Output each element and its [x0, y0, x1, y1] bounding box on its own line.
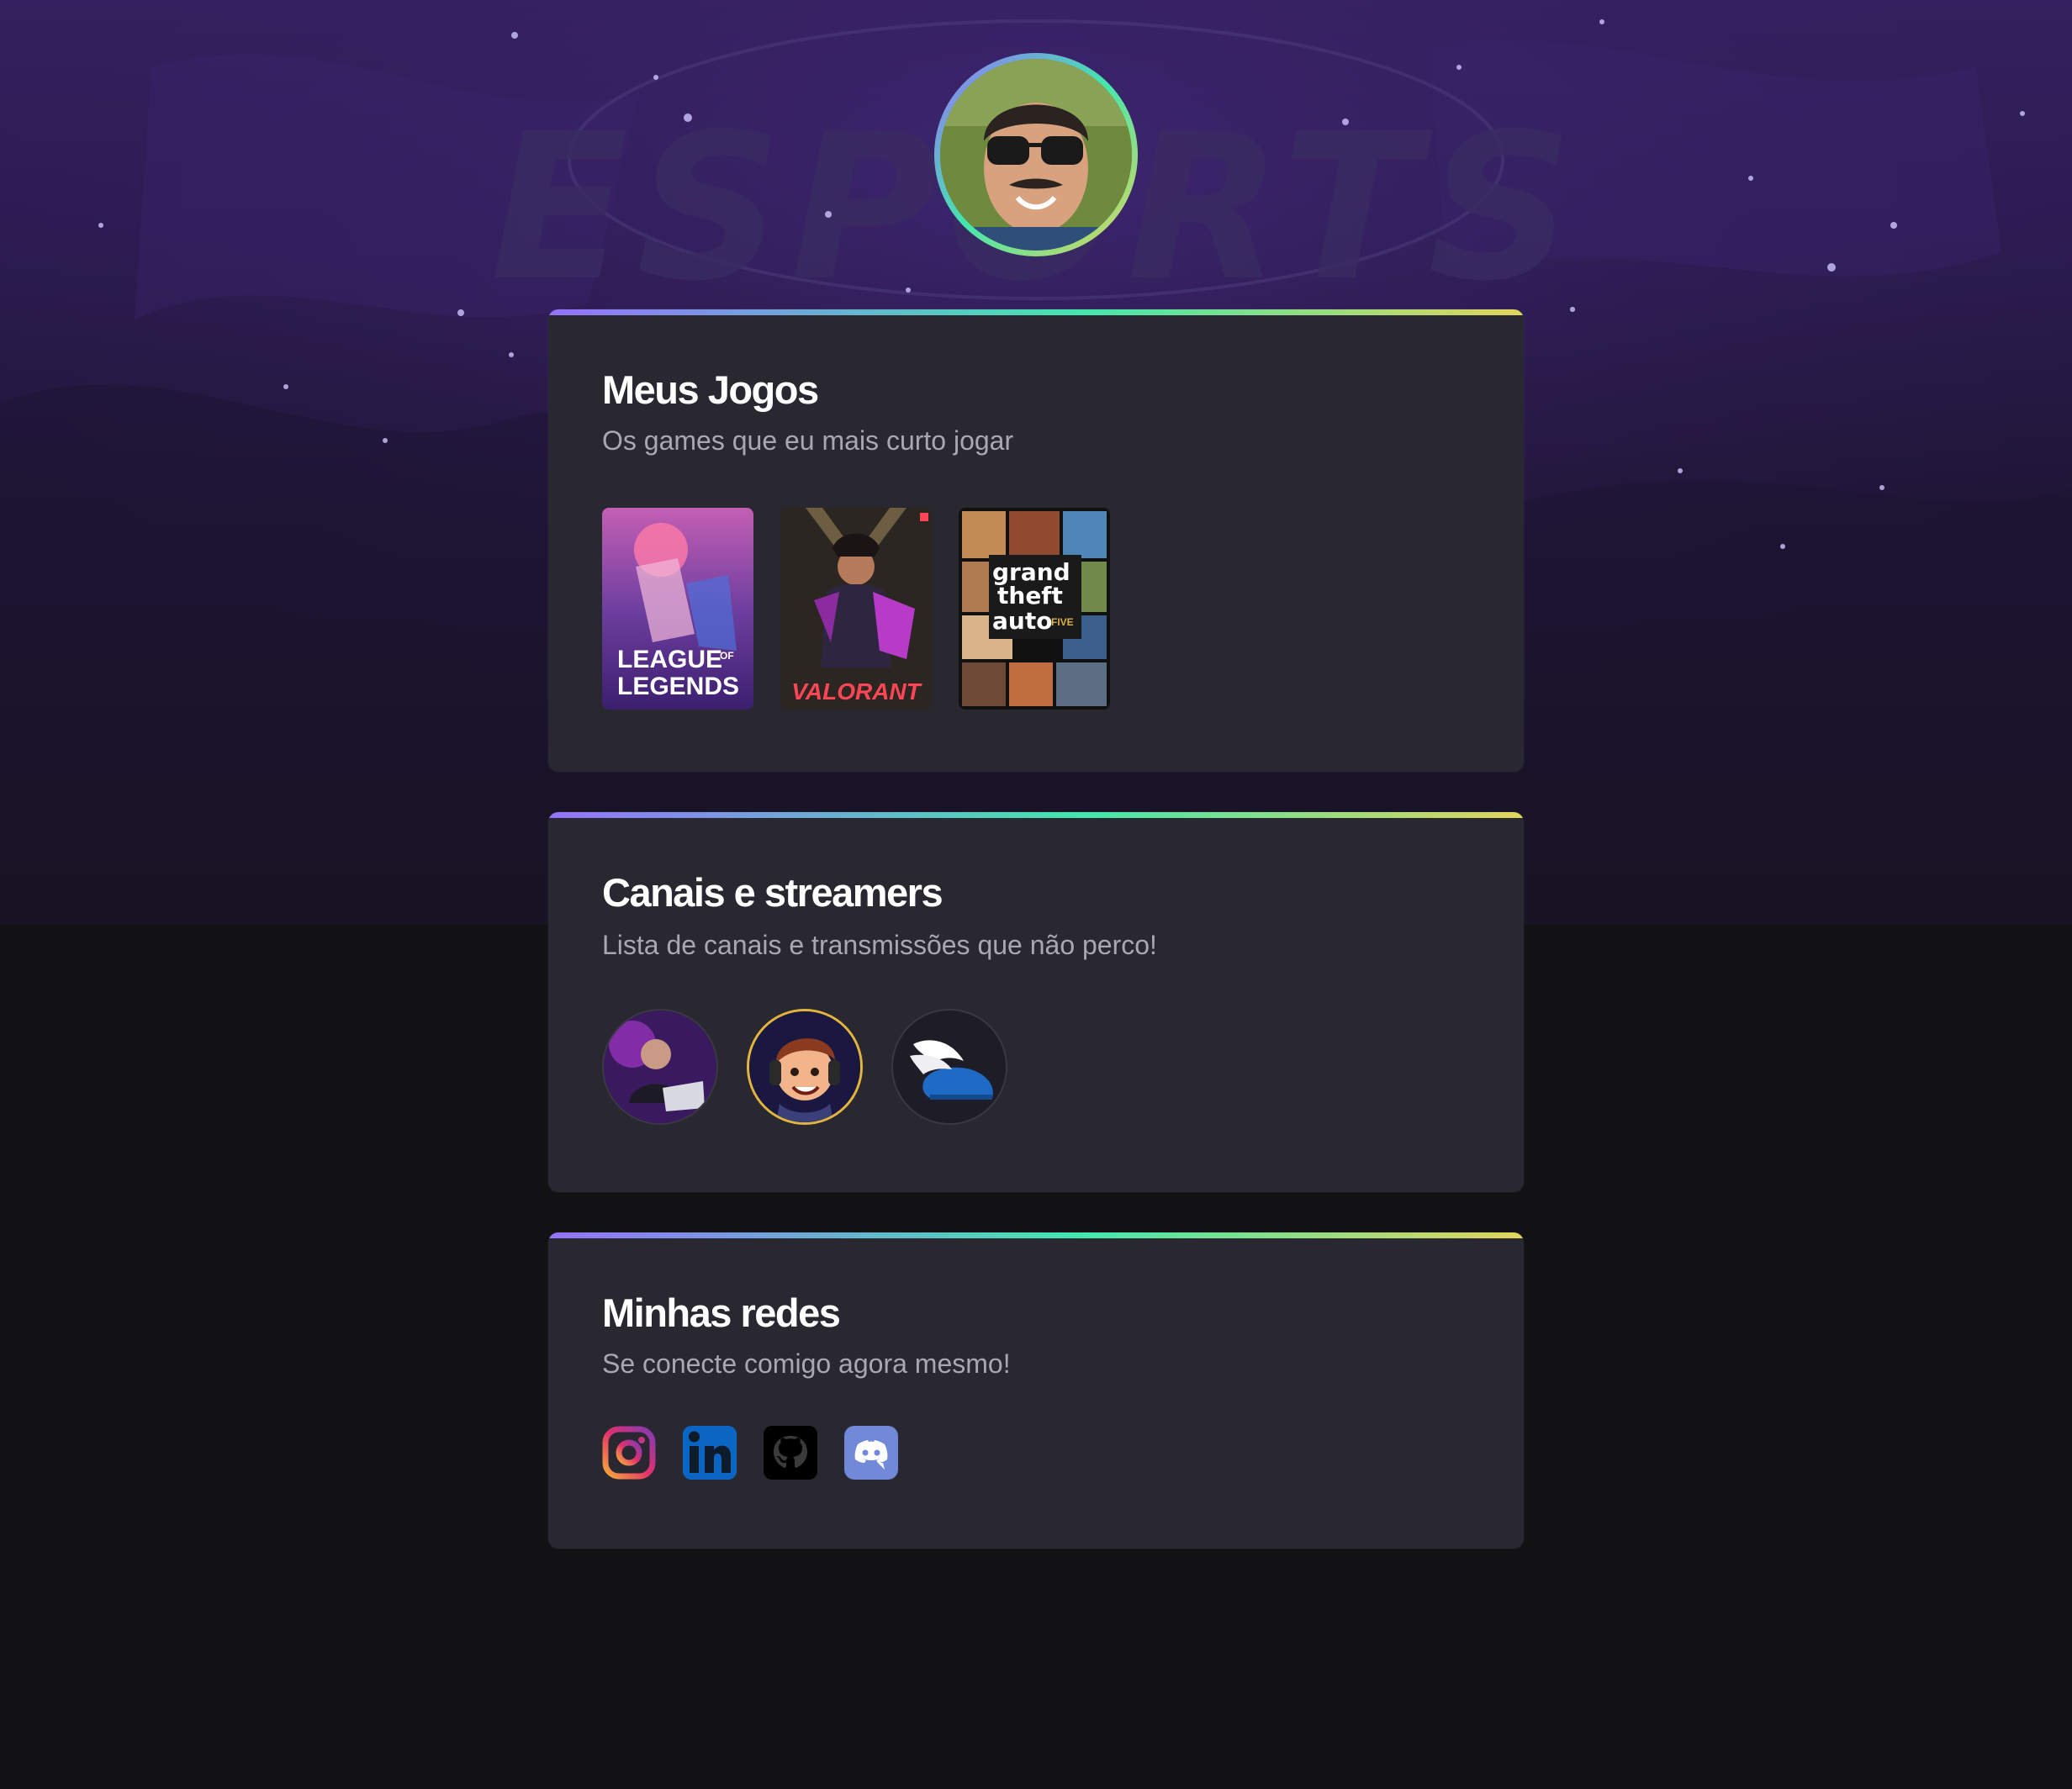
svg-text:LEGENDS: LEGENDS	[617, 673, 739, 700]
discord-link[interactable]	[844, 1426, 898, 1480]
streamer-avatar-3[interactable]	[891, 1009, 1007, 1125]
social-card-title: Minhas redes	[602, 1290, 841, 1335]
svg-text:auto: auto	[992, 607, 1052, 635]
svg-text:OF: OF	[720, 650, 734, 662]
streamer-avatar-1[interactable]	[602, 1009, 718, 1125]
streamer-photo-icon	[604, 1011, 716, 1123]
games-card-title: Meus Jogos	[602, 367, 819, 412]
svg-text:LEAGUE: LEAGUE	[617, 646, 722, 673]
discord-icon	[844, 1426, 898, 1480]
gta-v-cover: grand theft auto FIVE	[959, 508, 1110, 710]
github-icon	[764, 1426, 817, 1480]
channels-card-title: Canais e streamers	[602, 870, 944, 915]
league-of-legends-cover: LEAGUE OF LEGENDS	[602, 508, 753, 710]
profile-avatar-ring	[934, 53, 1138, 256]
cartoon-streamer-icon	[749, 1011, 860, 1122]
channels-card: Canais e streamers Lista de canais e tra…	[548, 812, 1524, 1192]
avatar-photo	[940, 59, 1132, 251]
social-card: Minhas redes Se conecte comigo agora mes…	[548, 1232, 1524, 1549]
instagram-link[interactable]	[602, 1426, 656, 1480]
game-gta-v[interactable]: grand theft auto FIVE	[959, 508, 1110, 710]
linkedin-link[interactable]	[683, 1426, 737, 1480]
linkedin-icon	[683, 1426, 737, 1480]
game-valorant[interactable]: VALORANT	[780, 508, 932, 710]
svg-text:FIVE: FIVE	[1051, 616, 1074, 628]
valorant-cover: VALORANT	[780, 508, 932, 710]
social-card-subtitle: Se conecte comigo agora mesmo!	[602, 1348, 1011, 1379]
profile-avatar	[940, 59, 1132, 251]
svg-text:theft: theft	[997, 582, 1063, 610]
game-league-of-legends[interactable]: LEAGUE OF LEGENDS	[602, 508, 753, 710]
svg-text:VALORANT: VALORANT	[791, 678, 922, 705]
winged-shoe-icon	[893, 1011, 1006, 1123]
instagram-icon	[602, 1426, 656, 1480]
streamer-avatar-2[interactable]	[747, 1009, 863, 1125]
games-card-subtitle: Os games que eu mais curto jogar	[602, 425, 1014, 456]
github-link[interactable]	[764, 1426, 817, 1480]
channels-card-subtitle: Lista de canais e transmissões que não p…	[602, 930, 1157, 960]
games-card: Meus Jogos Os games que eu mais curto jo…	[548, 309, 1524, 772]
